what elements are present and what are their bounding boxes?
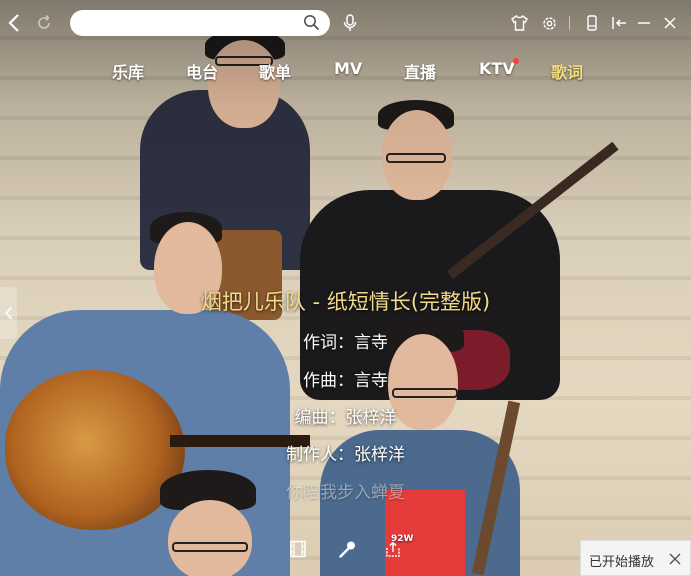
mv-button[interactable] [287, 538, 309, 560]
settings-button[interactable] [538, 12, 560, 34]
lyric-line: 作曲：言寺 [303, 371, 388, 391]
lyric-line-upcoming: 你陪我步入蝉夏 [286, 483, 405, 503]
karaoke-button[interactable] [336, 538, 358, 560]
collapse-icon [611, 17, 626, 29]
compact-mode-button[interactable] [608, 12, 630, 34]
close-button[interactable] [660, 12, 680, 34]
tab-mv[interactable]: MV [334, 59, 362, 78]
tab-ktv[interactable]: KTV [479, 59, 515, 78]
film-icon [290, 540, 306, 558]
playback-toast: 已开始播放 [580, 540, 691, 576]
search-input[interactable] [84, 13, 298, 35]
search-icon[interactable] [303, 14, 320, 35]
share-count-badge: 92W [391, 534, 414, 544]
song-title-line: 烟把儿乐队 - 纸短情长(完整版) [200, 290, 491, 314]
tab-library[interactable]: 乐库 [112, 59, 144, 83]
tab-live[interactable]: 直播 [404, 59, 436, 83]
toast-message: 已开始播放 [589, 555, 655, 570]
refresh-button[interactable] [33, 12, 55, 34]
skin-button[interactable] [508, 12, 530, 34]
voice-search-button[interactable] [340, 12, 360, 34]
search-box [70, 10, 330, 36]
gear-icon [542, 16, 556, 30]
tab-lyrics[interactable]: 歌词 [551, 59, 583, 83]
tab-radio[interactable]: 电台 [186, 59, 218, 83]
ktv-notification-dot [513, 58, 519, 64]
main-nav: 乐库 电台 歌单 MV 直播 KTV 歌词 [0, 54, 691, 84]
microphone-icon [338, 541, 355, 558]
tab-playlists[interactable]: 歌单 [259, 59, 291, 83]
lyric-line: 作词：言寺 [303, 333, 388, 353]
mini-mode-button[interactable] [582, 12, 602, 34]
refresh-icon [38, 14, 50, 29]
lyric-line: 编曲：张梓洋 [294, 408, 397, 428]
chevron-left-icon [8, 14, 19, 32]
toolbar-divider [569, 16, 570, 30]
microphone-icon [343, 14, 357, 31]
toast-close-button[interactable] [668, 551, 682, 565]
close-icon [664, 17, 676, 29]
tshirt-icon [510, 15, 528, 31]
top-bar [0, 0, 691, 46]
back-button[interactable] [4, 12, 24, 34]
phone-icon [587, 15, 597, 31]
lyric-line: 制作人：张梓洋 [286, 445, 405, 465]
minimize-button[interactable] [634, 12, 654, 34]
minimize-icon [638, 22, 650, 24]
close-icon [669, 553, 681, 565]
